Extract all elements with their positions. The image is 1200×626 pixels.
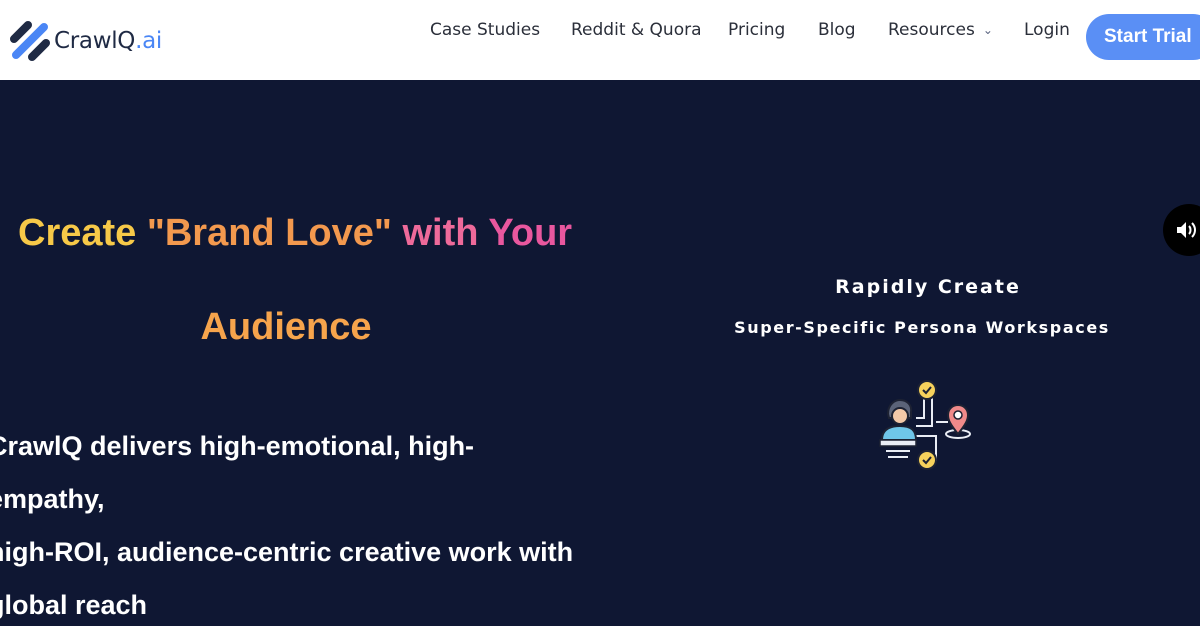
hero-description-line: global reach: [0, 590, 148, 620]
logo-name: CrawlQ: [54, 28, 136, 54]
nav-pricing[interactable]: Pricing: [728, 20, 785, 40]
site-header: CrawlQ.ai Case Studies Reddit & Quora Pr…: [0, 0, 1200, 80]
nav-resources[interactable]: Resources ⌄: [888, 20, 993, 40]
hero-description-line: high-ROI, audience-centric creative work…: [0, 537, 574, 567]
logo-link[interactable]: CrawlQ.ai: [8, 18, 162, 64]
nav-reddit-quora[interactable]: Reddit & Quora: [571, 20, 702, 40]
hero-description-line: CrawlQ delivers high-emotional, high-emp…: [0, 431, 475, 514]
sound-toggle-button[interactable]: [1163, 204, 1200, 256]
logo-text: CrawlQ.ai: [54, 28, 162, 54]
feature-subtitle: Super-Specific Persona Workspaces: [734, 318, 1110, 337]
nav-resources-label: Resources: [888, 20, 975, 40]
headline-part-with: with: [391, 212, 489, 254]
feature-title: Rapidly Create: [835, 276, 1021, 298]
chevron-down-icon: ⌄: [982, 23, 993, 37]
headline-part-brand-love: "Brand Love": [146, 212, 392, 254]
persona-workspace-icon: [879, 380, 971, 470]
volume-icon: [1177, 222, 1196, 238]
hero-description: CrawlQ delivers high-emotional, high-emp…: [0, 420, 578, 626]
logo-suffix: .ai: [135, 28, 163, 54]
headline-part-your: Your: [488, 212, 573, 254]
nav-blog[interactable]: Blog: [818, 20, 856, 40]
hero-headline: Create "Brand Love" with Your: [18, 212, 572, 255]
hero-headline-audience: Audience: [200, 306, 372, 348]
nav-login[interactable]: Login: [1024, 20, 1070, 40]
start-trial-button[interactable]: Start Trial: [1086, 14, 1200, 60]
headline-part-create: Create: [18, 212, 147, 254]
crawlq-logo-icon: [10, 21, 50, 61]
nav-case-studies[interactable]: Case Studies: [430, 20, 540, 40]
